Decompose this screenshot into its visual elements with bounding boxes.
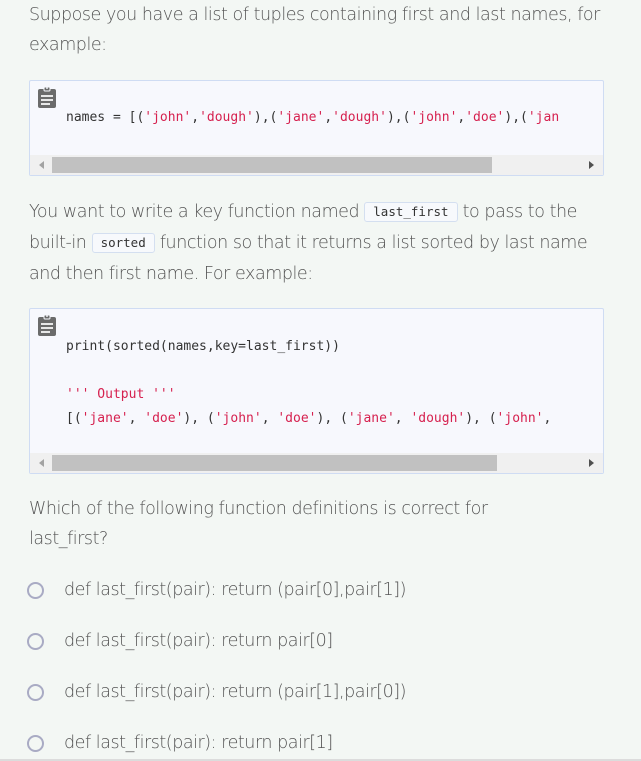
radio-button[interactable] bbox=[27, 581, 44, 599]
answer-option-4[interactable]: def last_first(pair): return pair[1] bbox=[27, 731, 333, 755]
code-punctuation: , bbox=[191, 110, 200, 125]
clipboard-icon[interactable] bbox=[37, 314, 57, 337]
code-line-names: names = [('john','dough'),('jane','dough… bbox=[66, 108, 603, 128]
code-string-literal: 'john' bbox=[410, 110, 458, 125]
code-punctuation: , bbox=[543, 411, 552, 426]
code-punctuation: , bbox=[261, 411, 278, 426]
code-string-literal: 'dough' bbox=[410, 411, 466, 426]
code-string-literal: 'doe' bbox=[144, 411, 184, 426]
code-punctuation: ),( bbox=[504, 110, 528, 125]
answer-option-3[interactable]: def last_first(pair): return (pair[1],pa… bbox=[27, 680, 407, 704]
radio-button[interactable] bbox=[27, 734, 44, 752]
code-punctuation: ), ( bbox=[465, 411, 497, 426]
intro-text: Suppose you have a list of tuples contai… bbox=[29, 5, 600, 55]
clipboard-icon[interactable] bbox=[37, 86, 57, 109]
scroll-left-arrow-icon[interactable] bbox=[39, 459, 44, 467]
code-punctuation: ),( bbox=[386, 110, 411, 125]
code-string-literal: 'doe' bbox=[465, 110, 505, 125]
answer-option-1[interactable]: def last_first(pair): return (pair[0],pa… bbox=[27, 578, 407, 602]
code-string-literal: 'john' bbox=[214, 411, 262, 426]
code-line-comment: ''' Output ''' bbox=[66, 387, 176, 402]
code-punctuation: ), ( bbox=[183, 411, 215, 426]
inline-code-last-first: last_first bbox=[364, 202, 458, 222]
description-part: You want to write a key function named bbox=[29, 202, 365, 222]
code-string-literal: 'john' bbox=[496, 411, 544, 426]
code-string-literal: 'jane' bbox=[277, 110, 325, 125]
code-line-print: print(sorted(names,key=last_first)) bbox=[66, 339, 340, 354]
radio-button[interactable] bbox=[27, 683, 44, 701]
code-string-literal: 'jane' bbox=[347, 411, 395, 426]
scrollbar-thumb[interactable] bbox=[52, 157, 492, 173]
code-text: names = [( bbox=[66, 110, 145, 125]
code-string-literal: 'john' bbox=[144, 110, 192, 125]
code-punctuation: , bbox=[128, 411, 145, 426]
code-string-literal: 'dough' bbox=[199, 110, 254, 125]
horizontal-scrollbar[interactable] bbox=[30, 155, 603, 175]
option-label[interactable]: def last_first(pair): return (pair[0],pa… bbox=[64, 580, 407, 600]
option-label[interactable]: def last_first(pair): return (pair[1],pa… bbox=[64, 682, 407, 702]
code-punctuation: , bbox=[324, 110, 333, 125]
code-block-names: names = [('john','dough'),('jane','dough… bbox=[29, 80, 604, 176]
code-line-output: [('jane', 'doe'), ('john', 'doe'), ('jan… bbox=[66, 411, 551, 426]
scrollbar-thumb[interactable] bbox=[52, 455, 497, 471]
scroll-left-arrow-icon[interactable] bbox=[39, 161, 44, 169]
description-text: You want to write a key function named l… bbox=[29, 197, 619, 289]
code-block-example: print(sorted(names,key=last_first)) ''' … bbox=[29, 308, 604, 474]
code-string-literal: 'dough' bbox=[332, 110, 387, 125]
code-string-literal: 'doe' bbox=[277, 411, 317, 426]
horizontal-scrollbar[interactable] bbox=[30, 453, 603, 473]
answer-option-2[interactable]: def last_first(pair): return pair[0] bbox=[27, 629, 333, 653]
inline-code-sorted: sorted bbox=[91, 233, 155, 253]
code-string-literal: 'jane' bbox=[81, 411, 129, 426]
radio-button[interactable] bbox=[27, 632, 44, 650]
code-punctuation: , bbox=[394, 411, 411, 426]
code-punctuation: [( bbox=[66, 411, 82, 426]
code-lines-example: print(sorted(names,key=last_first)) ''' … bbox=[66, 335, 603, 431]
option-label[interactable]: def last_first(pair): return pair[1] bbox=[64, 733, 333, 753]
code-punctuation: ),( bbox=[253, 110, 278, 125]
question-text: Which of the following function definiti… bbox=[29, 499, 488, 549]
scroll-right-arrow-icon[interactable] bbox=[589, 459, 594, 467]
code-string-literal: 'jan bbox=[527, 110, 560, 125]
option-label[interactable]: def last_first(pair): return pair[0] bbox=[64, 631, 333, 651]
scroll-right-arrow-icon[interactable] bbox=[589, 161, 594, 169]
code-punctuation: ), ( bbox=[316, 411, 348, 426]
